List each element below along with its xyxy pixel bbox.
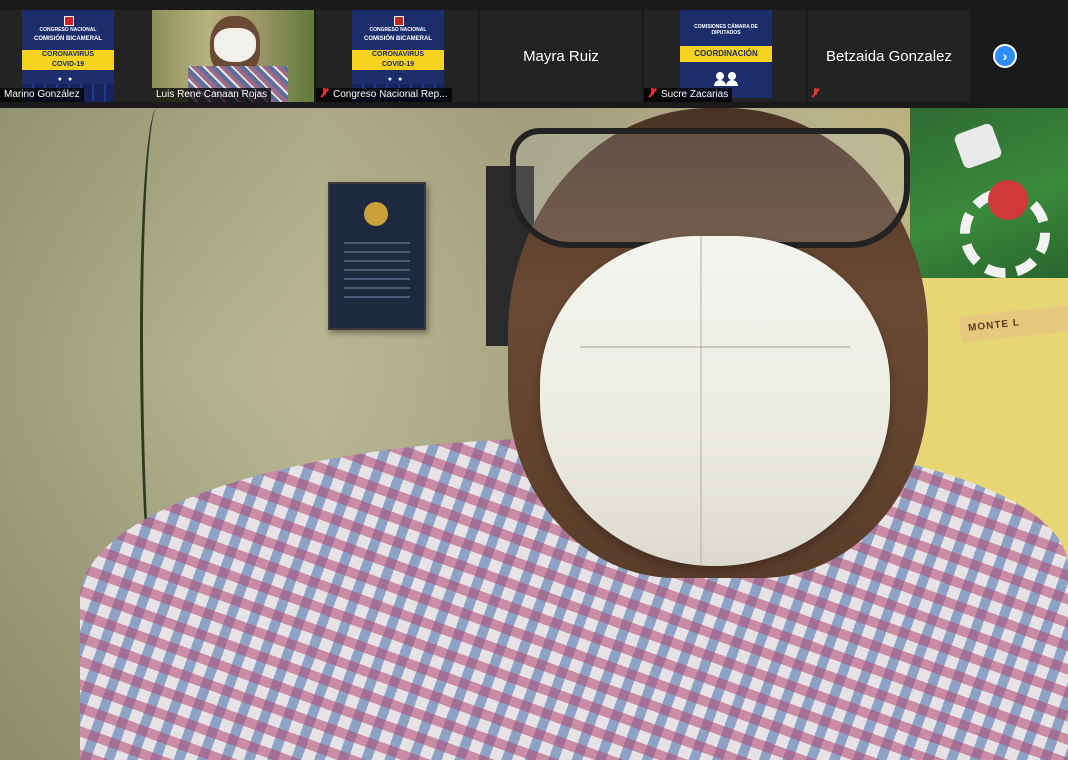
card-top-text: CONGRESO NACIONAL [39,27,97,33]
muted-mic-icon [320,88,329,98]
card-title-line-2: COVID-19 [51,61,85,68]
flag-icon [64,16,74,26]
flag-icon [394,16,404,26]
participant-name: Mayra Ruiz [523,47,599,65]
participant-tile-congreso[interactable]: CONGRESO NACIONAL COMISIÓN BICAMERAL COR… [316,10,478,102]
dots-decoration: ●● [387,76,409,83]
card-title-line-1: CORONAVIRUS [42,51,94,58]
participant-name: Sucre Zacarias [661,89,729,100]
participant-tile-luis[interactable]: Luis Rene Canaan Rojas [152,10,314,102]
participant-name: Marino González [0,88,84,102]
speaker-glasses [510,128,910,248]
active-speaker-video: MONTE L [0,108,1068,760]
participant-name: Luis Rene Canaan Rojas [152,88,272,102]
speaker-face-mask [540,236,890,566]
participant-tile-mayra[interactable]: Mayra Ruiz [480,10,642,102]
card-mid-text: COMISIÓN BICAMERAL [34,36,102,42]
thumb-mask [214,28,256,62]
participant-name: Betzaida Gonzalez [826,47,952,65]
card-title-line-1: CORONAVIRUS [372,51,424,58]
participant-tile-marino[interactable]: CONGRESO NACIONAL COMISIÓN BICAMERAL COR… [0,10,162,102]
participant-name: Congreso Nacional Rep... [333,89,448,100]
card-top-text: CONGRESO NACIONAL [369,27,427,33]
plaque-seal [364,202,388,226]
participant-tile-betzaida[interactable]: Betzaida Gonzalez [808,10,970,102]
card-title-band: CORONAVIRUS COVID-19 [352,50,444,70]
card-title-band: CORONAVIRUS COVID-19 [22,50,114,70]
plaque-text-lines [344,242,410,302]
card-top-text: COMISIONES CÁMARA DE DIPUTADOS [694,24,758,36]
card-mid-text: COMISIÓN BICAMERAL [364,36,432,42]
mural-ball [988,180,1028,220]
people-icon [714,72,740,86]
card-title-band: COORDINACIÓN [680,46,772,62]
next-page-button[interactable]: › [993,44,1017,68]
participant-name-bar: Sucre Zacarias [644,88,733,102]
muted-mic-icon [648,88,657,98]
mural-shape [953,122,1003,170]
coordinacion-card: COMISIONES CÁMARA DE DIPUTADOS COORDINAC… [680,10,772,98]
participant-name-bar: Congreso Nacional Rep... [316,88,452,102]
muted-mic-icon [811,88,820,98]
participant-strip: CONGRESO NACIONAL COMISIÓN BICAMERAL COR… [0,0,1068,108]
wall-plaque [328,182,426,330]
dots-decoration: ●● [57,76,79,83]
chevron-right-icon: › [1002,48,1008,64]
participant-tile-sucre[interactable]: COMISIONES CÁMARA DE DIPUTADOS COORDINAC… [644,10,806,102]
card-title-line-2: COVID-19 [381,61,415,68]
